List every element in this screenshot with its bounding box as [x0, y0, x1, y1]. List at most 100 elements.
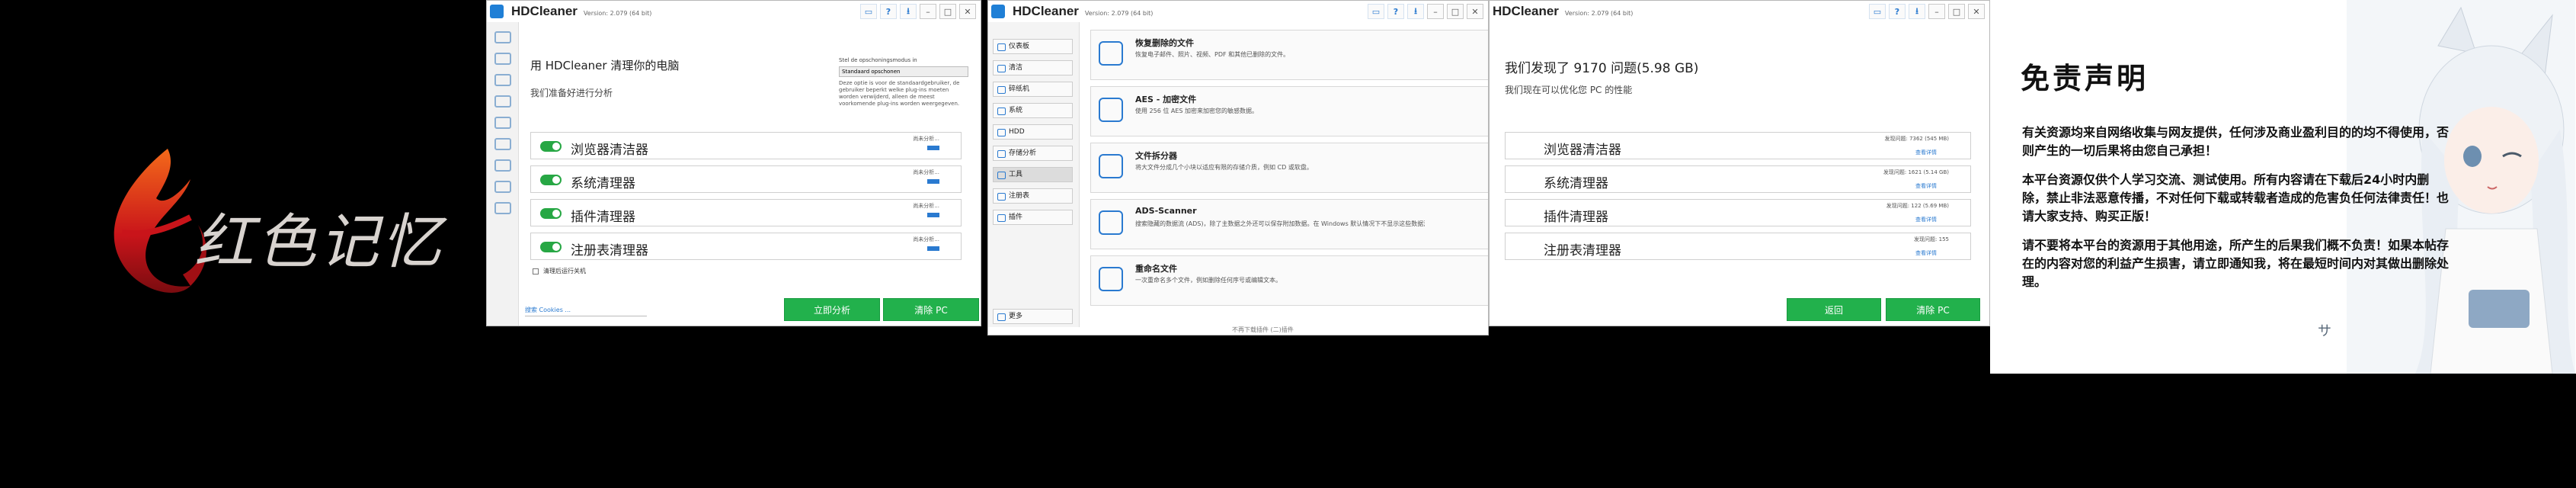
display-icon[interactable]: ▭ [860, 4, 877, 19]
clean-pc-button[interactable]: 清除 PC [883, 298, 979, 321]
display-icon[interactable]: ▭ [1869, 4, 1886, 19]
clean-icon[interactable] [494, 53, 511, 65]
title-bar: HDCleaner Version: 2.079 (64 bit) ▭ ? ⭳ … [988, 1, 1488, 22]
storage-icon[interactable] [494, 138, 511, 150]
disclaimer-panel: サ 免责声明 有关资源均来自网络收集与网友提供，任何涉及商业盈利目的的均不得使用… [1990, 0, 2576, 374]
disclaimer-body: 有关资源均来自网络收集与网友提供，任何涉及商业盈利目的的均不得使用，否则产生的一… [2022, 124, 2449, 302]
registry-icon[interactable] [494, 181, 511, 193]
plugin-icon[interactable] [494, 202, 511, 214]
minimize-button[interactable]: – [1427, 4, 1444, 19]
system-icon[interactable] [494, 95, 511, 108]
app-version: Version: 2.079 (64 bit) [583, 9, 652, 17]
details-link[interactable] [927, 179, 939, 184]
minimize-button[interactable]: – [920, 4, 936, 19]
search-input[interactable]: 搜索 Cookies ... [525, 304, 647, 316]
analyze-button[interactable]: 立即分析 [784, 298, 880, 321]
nav-item-clean[interactable]: 清洁 [993, 60, 1073, 75]
details-link[interactable]: 查看详情 [1915, 149, 1937, 156]
nav-panel: 仪表板 清洁 碎纸机 系统 HDD 存储分析 工具 注册表 插件 更多 [988, 22, 1080, 327]
mode-description: Deze optie is voor de standaardgebruiker… [839, 80, 960, 107]
item-status: 尚未分析... [913, 203, 939, 209]
item-status: 尚未分析... [913, 236, 939, 242]
help-icon[interactable]: ? [1387, 4, 1404, 19]
nav-item-tools[interactable]: 工具 [993, 167, 1073, 182]
close-button[interactable]: ✕ [959, 4, 976, 19]
shredder-icon[interactable] [494, 74, 511, 86]
help-icon[interactable]: ? [880, 4, 897, 19]
item-label: 注册表清理器 [571, 243, 648, 258]
close-button[interactable]: ✕ [1467, 4, 1483, 19]
tool-card-rename[interactable]: 重命名文件 一次重命名多个文件，例如删除任何序号或编辑文本。 › [1090, 255, 1488, 306]
display-icon[interactable]: ▭ [1368, 4, 1384, 19]
list-item[interactable]: 系统清理器 发现问题: 1621 (5.14 GB) 查看详情 [1505, 165, 1971, 193]
details-link[interactable]: 查看详情 [1915, 182, 1937, 190]
tool-card-splitter[interactable]: 文件拆分器 将大文件分成几个小块以适应有限的存储介质，例如 CD 或软盘。 › [1090, 143, 1488, 193]
help-icon[interactable]: ? [1889, 4, 1906, 19]
toggle-switch[interactable] [540, 141, 562, 152]
download-icon[interactable]: ⭳ [900, 4, 917, 19]
list-item[interactable]: 插件清理器 发现问题: 122 (5.69 MB) 查看详情 [1505, 199, 1971, 226]
app-version: Version: 2.079 (64 bit) [1084, 9, 1154, 17]
hdcleaner-window-analyze: HDCleaner Version: 2.079 (64 bit) ▭ ? ⭳ … [486, 0, 981, 326]
maximize-button[interactable]: □ [1948, 4, 1965, 19]
list-item[interactable]: 浏览器清洁器 发现问题: 7362 (545 MB) 查看详情 [1505, 132, 1971, 159]
nav-item-registry[interactable]: 注册表 [993, 188, 1073, 204]
mode-select[interactable]: Standaard opschonen [839, 66, 968, 77]
sidebar [487, 22, 519, 326]
list-item[interactable]: 浏览器清洁器 尚未分析... [530, 132, 962, 159]
card-description: 搜索隐藏的数据流 (ADS)，除了主数据之外还可以保存附加数据。在 Window… [1135, 220, 1425, 227]
card-description: 将大文件分成几个小块以适应有限的存储介质，例如 CD 或软盘。 [1135, 164, 1313, 171]
page-title: 我们发现了 9170 问题(5.98 GB) [1505, 61, 1699, 76]
toggle-switch[interactable] [540, 175, 562, 185]
maximize-button[interactable]: □ [1447, 4, 1464, 19]
card-description: 使用 256 位 AES 加密来加密您的敏感数据。 [1135, 108, 1259, 114]
tool-card-ads-scanner[interactable]: ADS-Scanner 搜索隐藏的数据流 (ADS)，除了主数据之外还可以保存附… [1090, 199, 1488, 249]
item-label: 浏览器清洁器 [571, 143, 648, 158]
disclaimer-paragraph: 有关资源均来自网络收集与网友提供，任何涉及商业盈利目的的均不得使用，否则产生的一… [2022, 125, 2450, 158]
tool-card-encrypt[interactable]: AES - 加密文件 使用 256 位 AES 加密来加密您的敏感数据。 › [1090, 86, 1488, 136]
scan-icon [1099, 210, 1123, 235]
item-status: 发现问题: 155 [1914, 236, 1949, 242]
list-item[interactable]: 系统清理器 尚未分析... [530, 165, 962, 193]
hdcleaner-window-results: HDCleaner Version: 2.079 (64 bit) ▭ ? ⭳ … [1489, 0, 1990, 326]
collage: 红色记忆 HDCleaner Version: 2.079 (64 bit) ▭… [0, 0, 2576, 488]
details-link[interactable] [927, 246, 939, 251]
minimize-button[interactable]: – [1928, 4, 1945, 19]
nav-item-plugins[interactable]: 插件 [993, 210, 1073, 225]
shutdown-checkbox[interactable] [533, 268, 539, 274]
maximize-button[interactable]: □ [939, 4, 956, 19]
list-item[interactable]: 注册表清理器 尚未分析... [530, 233, 962, 260]
download-icon[interactable]: ⭳ [1407, 4, 1424, 19]
close-button[interactable]: ✕ [1968, 4, 1985, 19]
back-button[interactable]: 返回 [1787, 298, 1881, 321]
card-title: 重命名文件 [1135, 264, 1177, 274]
toggle-switch[interactable] [540, 242, 562, 252]
app-icon [490, 5, 504, 18]
nav-item-more[interactable]: 更多 [993, 309, 1073, 324]
nav-item-system[interactable]: 系统 [993, 103, 1073, 118]
hdd-icon[interactable] [494, 117, 511, 129]
hdcleaner-window-tools: HDCleaner Version: 2.079 (64 bit) ▭ ? ⭳ … [987, 0, 1489, 336]
details-link[interactable] [927, 213, 939, 217]
details-link[interactable]: 查看详情 [1915, 249, 1937, 257]
disclaimer-paragraph: 请不要将本平台的资源用于其他用途，所产生的后果我们概不负责！如果本帖存在的内容对… [2022, 238, 2450, 289]
download-icon[interactable]: ⭳ [1909, 4, 1925, 19]
details-link[interactable]: 查看详情 [1915, 216, 1937, 223]
tool-card-recover[interactable]: 恢复删除的文件 恢复电子邮件、照片、视频、PDF 和其他已删除的文件。 › [1090, 30, 1488, 80]
disclaimer-title: 免责声明 [2021, 62, 2149, 95]
nav-item-hdd[interactable]: HDD [993, 124, 1073, 140]
dashboard-icon[interactable] [494, 31, 511, 43]
clean-pc-button[interactable]: 清除 PC [1886, 298, 1980, 321]
tools-icon[interactable] [494, 159, 511, 172]
nav-item-dashboard[interactable]: 仪表板 [993, 39, 1073, 54]
rename-icon [1099, 267, 1123, 291]
list-item[interactable]: 插件清理器 尚未分析... [530, 199, 962, 226]
nav-item-storage[interactable]: 存储分析 [993, 146, 1073, 161]
toggle-switch[interactable] [540, 208, 562, 219]
shutdown-checkbox-label: 清理后运行关机 [543, 268, 586, 274]
list-item[interactable]: 注册表清理器 发现问题: 155 查看详情 [1505, 233, 1971, 260]
nav-item-shredder[interactable]: 碎纸机 [993, 82, 1073, 97]
item-label: 浏览器清洁器 [1544, 143, 1621, 158]
card-description: 一次重命名多个文件，例如删除任何序号或编辑文本。 [1135, 277, 1282, 284]
details-link[interactable] [927, 146, 939, 150]
